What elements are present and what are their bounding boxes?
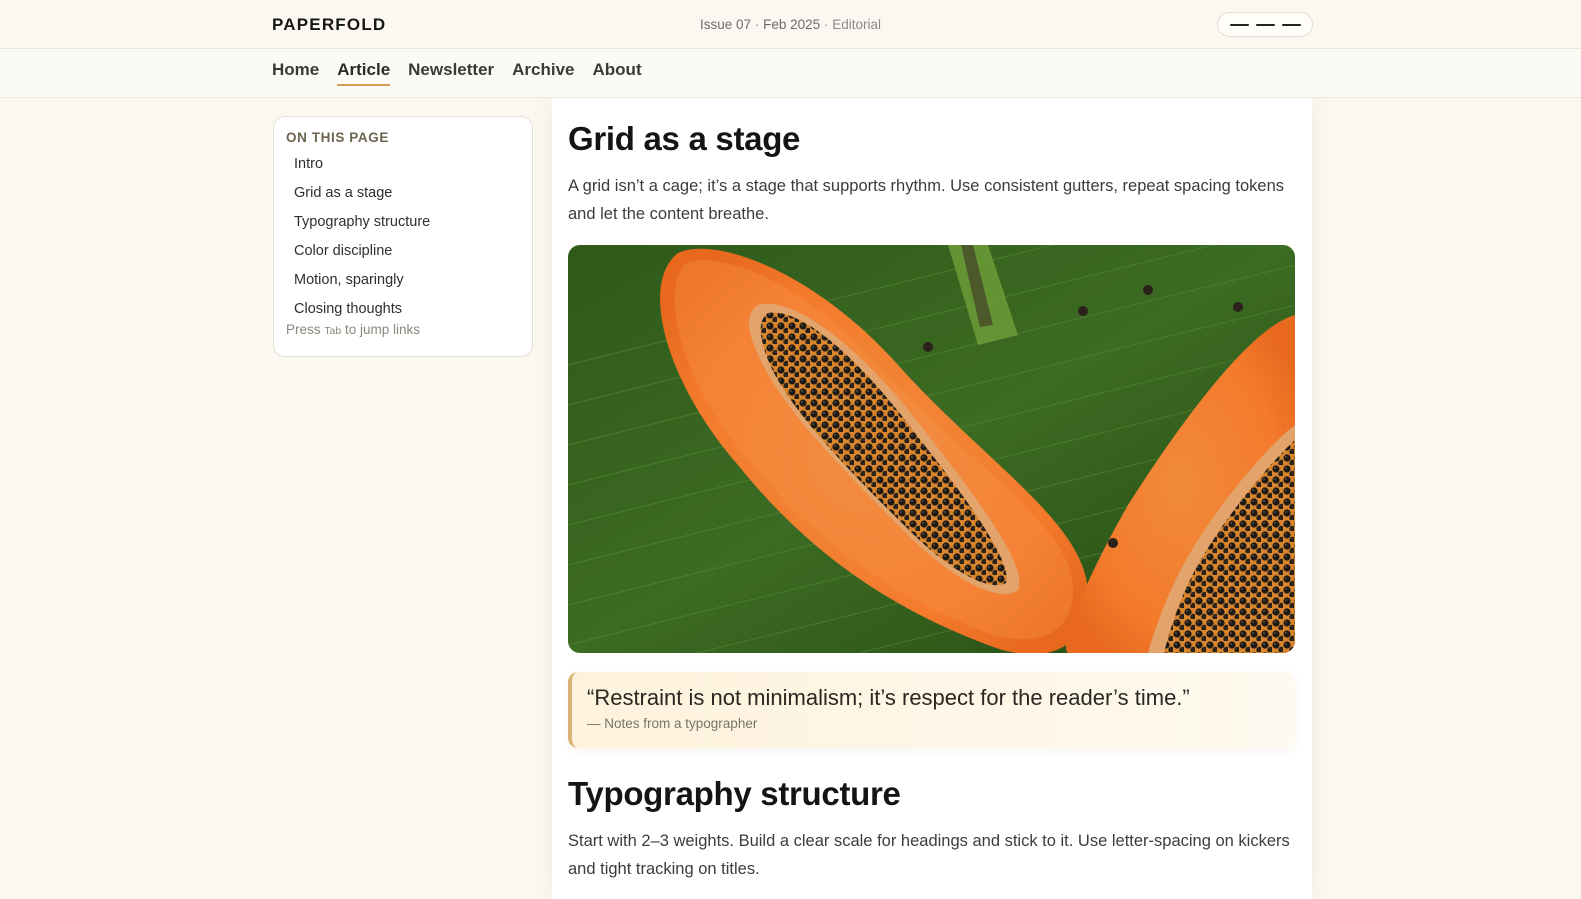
pull-quote-text: “Restraint is not minimalism; it’s respe… xyxy=(587,685,1190,710)
hamburger-menu-icon xyxy=(1229,23,1249,26)
toc-item-closing-thoughts[interactable]: Closing thoughts xyxy=(286,295,520,324)
toc-keyboard-hint: Press Tab to jump links xyxy=(286,322,520,337)
issue-separator: · xyxy=(823,17,829,32)
article-content: Grid as a stage A grid isn’t a cage; it’… xyxy=(552,98,1312,899)
tab-key-label: Tab xyxy=(324,325,342,337)
table-of-contents: ON THIS PAGE Intro Grid as a stage Typog… xyxy=(273,116,533,357)
toc-hint-prefix: Press xyxy=(286,322,321,337)
toc-item-motion-sparingly[interactable]: Motion, sparingly xyxy=(286,266,520,295)
section-body-grid: A grid isn’t a cage; it’s a stage that s… xyxy=(568,177,1284,223)
papaya-photo xyxy=(568,245,1295,653)
section-heading-typography: Typography structure xyxy=(568,775,901,812)
issue-info: Issue 07 · Feb 2025 · Editorial xyxy=(0,17,1581,32)
issue-section: Editorial xyxy=(832,17,881,32)
top-header: PAPERFOLD Issue 07 · Feb 2025 · Editoria… xyxy=(0,0,1581,49)
section-heading-grid: Grid as a stage xyxy=(568,120,801,157)
toc-item-grid-as-a-stage[interactable]: Grid as a stage xyxy=(286,179,520,208)
issue-number: Issue 07 xyxy=(700,17,752,32)
toc-hint-suffix: to jump links xyxy=(344,322,421,337)
main-nav: Home Article Newsletter Archive About xyxy=(272,60,642,86)
hamburger-menu-icon xyxy=(1255,23,1275,26)
toc-list: Intro Grid as a stage Typography structu… xyxy=(286,150,520,324)
toc-title: ON THIS PAGE xyxy=(286,130,389,145)
toc-item-intro[interactable]: Intro xyxy=(286,150,520,179)
article-image xyxy=(568,245,1295,653)
issue-date: Feb 2025 xyxy=(763,17,821,32)
nav-item-home[interactable]: Home xyxy=(272,60,319,86)
toc-item-color-discipline[interactable]: Color discipline xyxy=(286,237,520,266)
nav-item-newsletter[interactable]: Newsletter xyxy=(408,60,494,86)
hamburger-menu-icon xyxy=(1281,23,1301,26)
nav-item-article[interactable]: Article xyxy=(337,60,391,86)
nav-item-about[interactable]: About xyxy=(593,60,642,86)
menu-button[interactable] xyxy=(1217,12,1313,37)
nav-item-archive[interactable]: Archive xyxy=(512,60,574,86)
main-nav-bar: Home Article Newsletter Archive About xyxy=(0,49,1581,98)
toc-item-typography-structure[interactable]: Typography structure xyxy=(286,208,520,237)
section-body-typography: Start with 2–3 weights. Build a clear sc… xyxy=(568,832,1290,878)
pull-quote: “Restraint is not minimalism; it’s respe… xyxy=(568,672,1295,748)
pull-quote-source: — Notes from a typographer xyxy=(587,716,758,731)
issue-separator: · xyxy=(754,17,760,32)
